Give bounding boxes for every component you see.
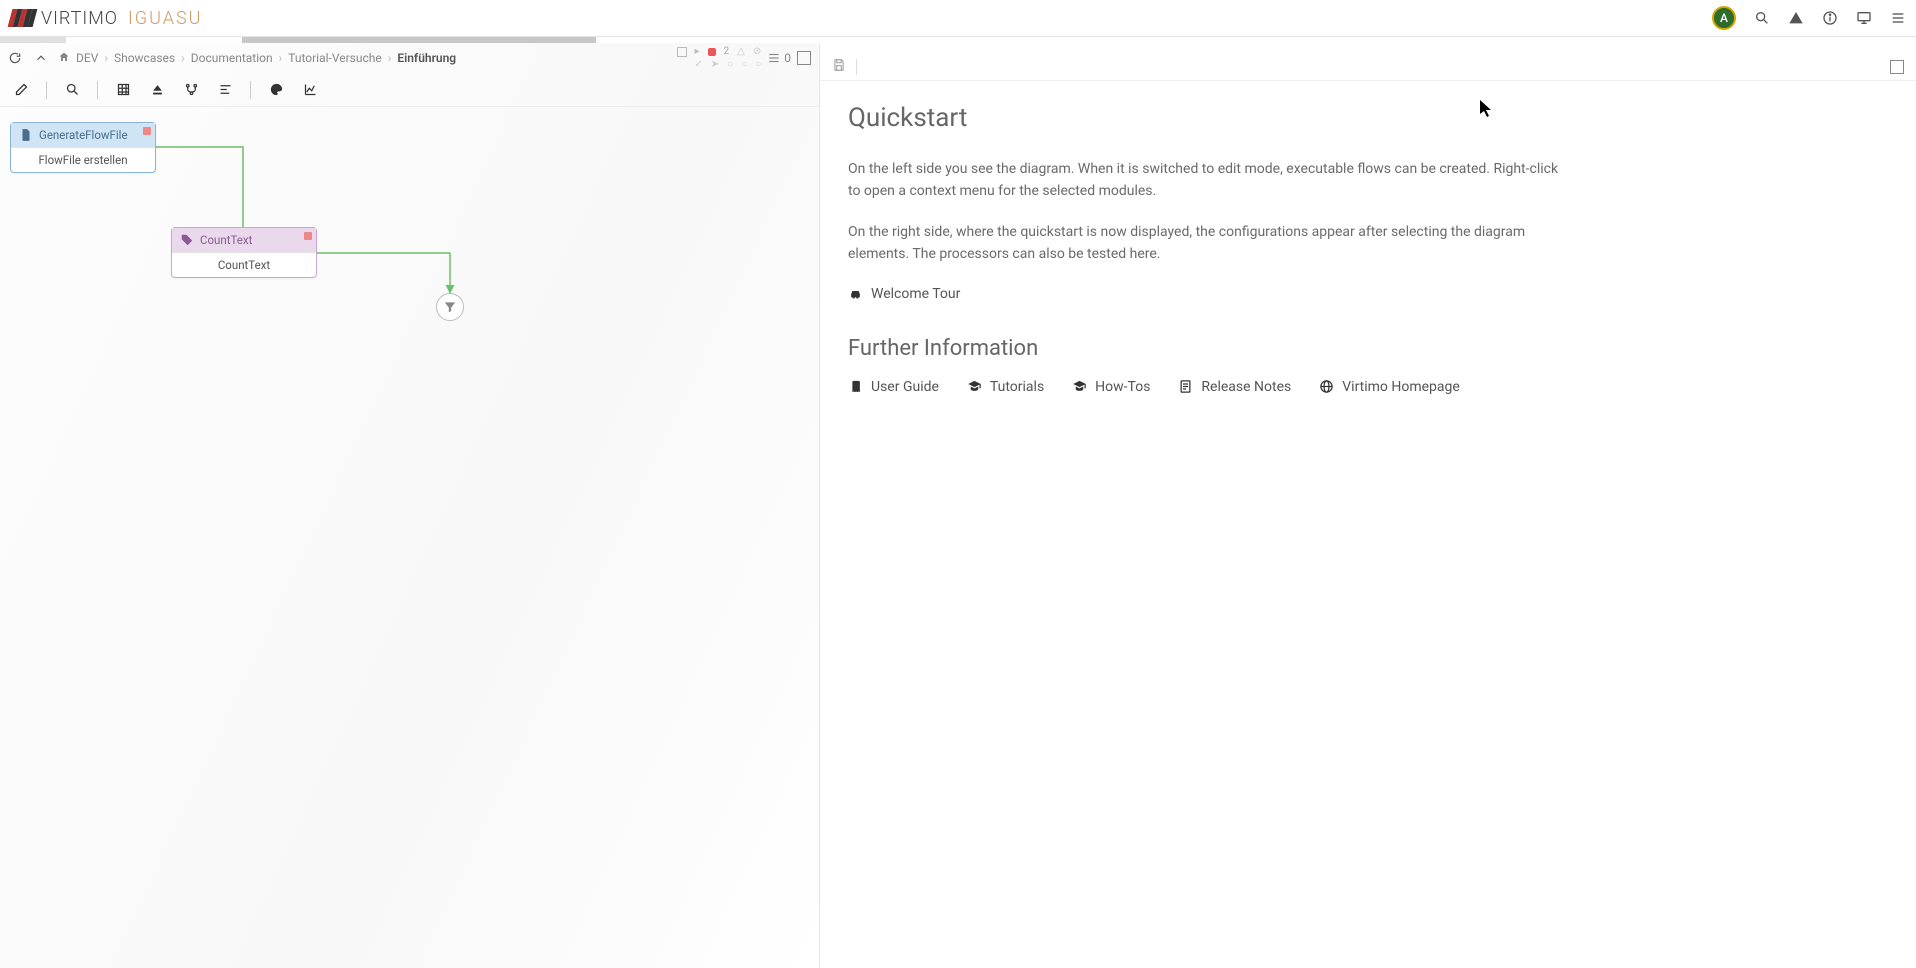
edit-icon[interactable]	[8, 77, 34, 103]
align-icon[interactable]	[212, 77, 238, 103]
info-icon[interactable]	[1822, 10, 1838, 26]
chart-icon[interactable]	[297, 77, 323, 103]
node-label: FlowFile erstellen	[11, 147, 155, 172]
graduation-icon	[1072, 379, 1087, 394]
breadcrumb-row: DEV › Showcases › Documentation › Tutori…	[0, 43, 819, 73]
status-play-icon: ▸	[695, 46, 700, 57]
grid-icon[interactable]	[110, 77, 136, 103]
avatar[interactable]: A	[1712, 6, 1736, 30]
link-tutorials[interactable]: Tutorials	[967, 379, 1044, 395]
alert-icon[interactable]	[1788, 10, 1804, 26]
diagram-toolbar	[0, 73, 819, 107]
crumb-root[interactable]: DEV	[76, 51, 98, 65]
crumb-1[interactable]: Showcases	[114, 51, 175, 65]
link-virtimo-home[interactable]: Virtimo Homepage	[1319, 379, 1460, 395]
funnel-node[interactable]	[436, 293, 464, 321]
monitor-icon[interactable]	[1856, 10, 1872, 26]
diagram-pane: DEV › Showcases › Documentation › Tutori…	[0, 43, 820, 968]
status-dot4-icon: ○	[755, 59, 761, 70]
node-counttext[interactable]: CountText CountText	[171, 227, 317, 278]
search-icon[interactable]	[1754, 10, 1770, 26]
maximize-icon[interactable]	[797, 51, 811, 65]
node-label: CountText	[172, 252, 316, 277]
collapse-up-icon[interactable]	[34, 51, 48, 65]
node-type: GenerateFlowFile	[39, 128, 128, 142]
funnel-icon	[443, 300, 457, 314]
info-pane-toolbar	[820, 53, 1916, 81]
connection-lines	[0, 107, 819, 968]
panel-maximize-icon[interactable]	[1890, 60, 1904, 74]
link-user-guide[interactable]: User Guide	[848, 379, 939, 395]
node-type: CountText	[200, 233, 252, 247]
save-icon[interactable]	[832, 58, 846, 76]
status-dot3-icon: ○	[741, 59, 747, 70]
refresh-icon[interactable]	[8, 51, 22, 65]
intro-paragraph-1: On the left side you see the diagram. Wh…	[848, 159, 1568, 202]
node-stop-indicator-icon	[304, 232, 312, 240]
header-actions: A	[1712, 6, 1906, 30]
status-gear-icon	[677, 47, 687, 57]
palette-icon[interactable]	[263, 77, 289, 103]
status-warn-icon: △	[737, 46, 745, 57]
status-stopped-count: 2	[724, 46, 730, 57]
link-label: User Guide	[871, 379, 939, 395]
flow-status: ▸ 2 △ ⊘ ✓ ➤ ○ ○ ○	[677, 46, 762, 70]
eject-icon[interactable]	[144, 77, 170, 103]
link-release-notes[interactable]: Release Notes	[1178, 379, 1291, 395]
link-welcome-tour[interactable]: Welcome Tour	[848, 286, 1888, 302]
brand-name: VIRTIMO	[41, 8, 118, 29]
list-count: 0	[784, 51, 791, 65]
breadcrumb: DEV › Showcases › Documentation › Tutori…	[58, 51, 456, 66]
section-further-info: Further Information	[848, 336, 1888, 361]
book-icon	[848, 379, 863, 394]
status-dot2-icon: ○	[727, 59, 733, 70]
info-pane: Quickstart On the left side you see the …	[820, 43, 1916, 968]
menu-icon[interactable]	[1890, 10, 1906, 26]
status-arrow-icon: ➤	[711, 59, 719, 70]
graduation-icon	[967, 379, 982, 394]
link-label: Welcome Tour	[871, 286, 960, 302]
link-label: How-Tos	[1095, 379, 1150, 395]
brand: VIRTIMO IGUASU	[10, 8, 202, 29]
link-label: Release Notes	[1201, 379, 1291, 395]
product-name: IGUASU	[128, 8, 203, 29]
app-header: VIRTIMO IGUASU A	[0, 0, 1916, 37]
crumb-2[interactable]: Documentation	[191, 51, 273, 65]
logo-stripes-icon	[10, 9, 35, 27]
home-icon[interactable]	[58, 51, 70, 66]
file-icon	[19, 128, 33, 142]
list-toggle-icon[interactable]: 0	[767, 51, 791, 65]
notes-icon	[1178, 379, 1193, 394]
status-check-icon: ✓	[694, 59, 702, 70]
tag-icon	[180, 233, 194, 247]
status-stopped-icon	[708, 48, 716, 56]
car-icon	[848, 286, 863, 301]
node-generateflowfile[interactable]: GenerateFlowFile FlowFile erstellen	[10, 122, 156, 173]
status-ban-icon: ⊘	[753, 46, 761, 57]
brand-logo: VIRTIMO	[10, 8, 118, 29]
page-title: Quickstart	[848, 103, 1888, 133]
link-label: Virtimo Homepage	[1342, 379, 1460, 395]
crumb-3[interactable]: Tutorial-Versuche	[288, 51, 382, 65]
crumb-current: Einführung	[397, 51, 456, 65]
link-label: Tutorials	[990, 379, 1044, 395]
diagram-canvas[interactable]: GenerateFlowFile FlowFile erstellen Coun…	[0, 107, 819, 968]
globe-icon	[1319, 379, 1334, 394]
further-links: User Guide Tutorials How-Tos Release Not…	[848, 379, 1888, 395]
intro-paragraph-2: On the right side, where the quickstart …	[848, 222, 1568, 265]
zoom-icon[interactable]	[59, 77, 85, 103]
link-howtos[interactable]: How-Tos	[1072, 379, 1150, 395]
node-stop-indicator-icon	[143, 127, 151, 135]
branch-icon[interactable]	[178, 77, 204, 103]
